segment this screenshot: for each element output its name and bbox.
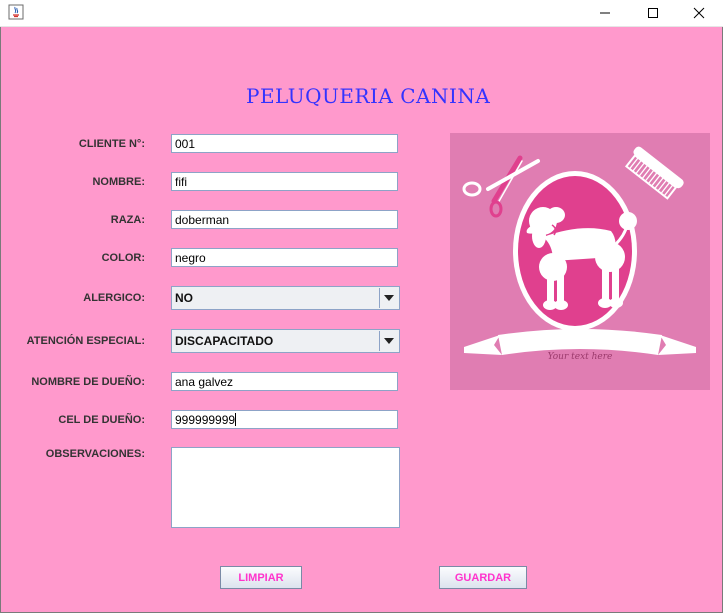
maximize-icon [648,8,658,18]
java-icon [8,4,24,20]
observaciones-textarea[interactable] [171,447,400,528]
nombre-field[interactable]: fifi [171,172,398,191]
atencion-selected-value: DISCAPACITADO [175,334,274,348]
cliente-label: CLIENTE N°: [78,138,145,150]
minimize-icon [600,12,610,14]
cliente-field[interactable]: 001 [171,134,398,153]
text-caret [235,413,237,426]
guardar-button[interactable]: GUARDAR [439,566,527,589]
chevron-down-icon [384,295,394,301]
limpiar-button[interactable]: LIMPIAR [220,566,302,589]
atencion-select[interactable]: DISCAPACITADO [171,329,400,353]
cel-field-value: 999999999 [175,413,236,427]
atencion-dropdown-button[interactable] [379,331,398,351]
grooming-logo-image: Your text here [450,133,710,390]
dueno-label: NOMBRE DE DUEÑO: [31,376,145,388]
minimize-button[interactable] [582,0,628,26]
close-button[interactable] [676,0,722,26]
chevron-down-icon [384,338,394,344]
window-titlebar [0,0,723,27]
alergico-select[interactable]: NO [171,286,400,310]
cel-label: CEL DE DUEÑO: [58,414,145,426]
color-label: COLOR: [101,252,145,264]
logo-banner-text: Your text here [548,352,613,362]
raza-field[interactable]: doberman [171,210,398,229]
cel-field[interactable]: 999999999 [171,410,398,429]
window-border-left [0,27,1,613]
nombre-label: NOMBRE: [92,176,145,188]
alergico-label: ALERGICO: [83,292,145,304]
dueno-field[interactable]: ana galvez [171,372,398,391]
raza-label: RAZA: [110,214,145,226]
alergico-selected-value: NO [175,291,193,305]
observaciones-label: OBSERVACIONES: [45,448,145,460]
alergico-dropdown-button[interactable] [379,288,398,308]
close-icon [693,7,705,19]
maximize-button[interactable] [630,0,676,26]
atencion-label: ATENCIÓN ESPECIAL: [26,335,145,347]
color-field[interactable]: negro [171,248,398,267]
page-title: PELUQUERIA CANINA [246,84,491,108]
